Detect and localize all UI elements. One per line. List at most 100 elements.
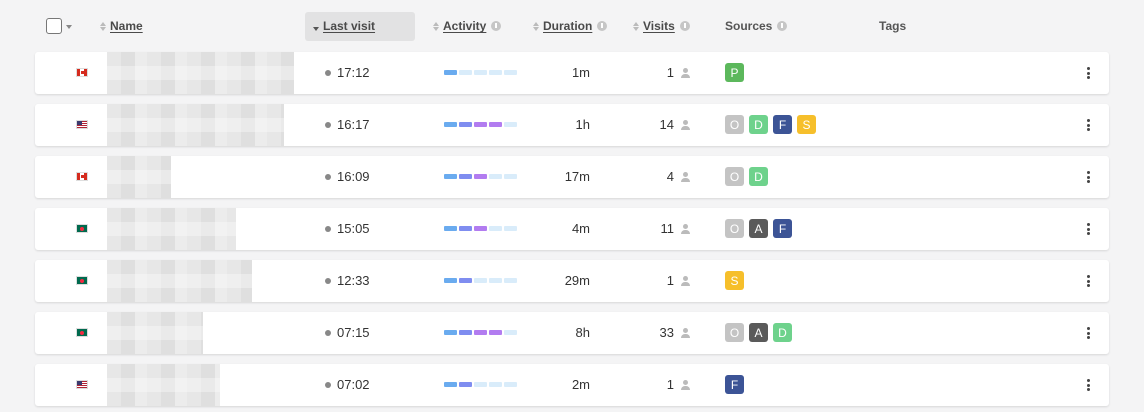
row-menu-icon[interactable]: [1085, 379, 1091, 391]
last-visit-time: 16:09: [337, 169, 370, 184]
activity-segment: [489, 330, 502, 335]
activity-segment: [474, 70, 487, 75]
activity-bar: [444, 278, 517, 283]
status-dot-icon: [325, 70, 331, 76]
activity-segment: [504, 278, 517, 283]
table-row[interactable]: 16:09 17m 4 O D: [35, 156, 1109, 198]
row-menu-icon[interactable]: [1085, 67, 1091, 79]
source-badge[interactable]: O: [725, 167, 744, 186]
country-flag-icon: [76, 276, 88, 285]
last-visit-time: 12:33: [337, 273, 370, 288]
column-header-last-visit[interactable]: Last visit: [313, 0, 375, 52]
table-row[interactable]: 16:17 1h 14 O D F S: [35, 104, 1109, 146]
select-all-checkbox[interactable]: [46, 18, 62, 34]
sources-list: ODFS: [725, 115, 816, 134]
activity-segment: [444, 330, 457, 335]
last-visit-time: 16:17: [337, 117, 370, 132]
activity-segment: [459, 278, 472, 283]
activity-segment: [444, 226, 457, 231]
source-badge[interactable]: F: [773, 219, 792, 238]
source-badge[interactable]: F: [725, 375, 744, 394]
activity-segment: [489, 122, 502, 127]
row-menu-icon[interactable]: [1085, 327, 1091, 339]
activity-bar: [444, 226, 517, 231]
activity-segment: [459, 70, 472, 75]
table-row[interactable]: 17:12 1m 1 P: [35, 52, 1109, 94]
sources-list: OAF: [725, 219, 792, 238]
sort-icon: [633, 21, 639, 31]
select-dropdown-caret-icon[interactable]: [66, 25, 72, 29]
activity-segment: [504, 70, 517, 75]
sort-icon: [100, 21, 106, 31]
table-row[interactable]: 07:15 8h 33 O A D: [35, 312, 1109, 354]
status-dot-icon: [325, 122, 331, 128]
user-icon: [681, 224, 690, 234]
visitor-name-redacted[interactable]: [107, 156, 171, 198]
status-dot-icon: [325, 330, 331, 336]
status-dot-icon: [325, 226, 331, 232]
table-header: Name Last visit Activity Duration Visits…: [0, 0, 1144, 52]
source-badge[interactable]: O: [725, 323, 744, 342]
row-menu-icon[interactable]: [1085, 275, 1091, 287]
duration-value: 8h: [575, 325, 590, 340]
last-visit-time: 17:12: [337, 65, 370, 80]
source-badge[interactable]: F: [773, 115, 792, 134]
last-visit-time: 07:02: [337, 377, 370, 392]
info-icon[interactable]: [491, 21, 502, 31]
source-badge[interactable]: S: [725, 271, 744, 290]
source-badge[interactable]: O: [725, 219, 744, 238]
activity-segment: [504, 122, 517, 127]
info-icon[interactable]: [679, 21, 690, 31]
info-icon[interactable]: [777, 21, 788, 31]
sources-list: F: [725, 375, 744, 394]
activity-segment: [474, 174, 487, 179]
duration-value: 17m: [564, 169, 590, 184]
activity-bar: [444, 122, 517, 127]
visitor-name-redacted[interactable]: [107, 260, 252, 302]
column-header-activity-label: Activity: [443, 19, 487, 33]
activity-segment: [444, 278, 457, 283]
source-badge[interactable]: D: [749, 115, 768, 134]
country-flag-icon: [76, 120, 88, 129]
column-header-sources-label: Sources: [725, 19, 773, 33]
column-header-visits[interactable]: Visits: [633, 0, 690, 52]
table-row[interactable]: 07:02 2m 1 F: [35, 364, 1109, 406]
activity-segment: [474, 382, 487, 387]
user-icon: [681, 276, 690, 286]
activity-segment: [444, 122, 457, 127]
row-menu-icon[interactable]: [1085, 223, 1091, 235]
column-header-name[interactable]: Name: [100, 0, 143, 52]
table-row[interactable]: 15:05 4m 11 O A F: [35, 208, 1109, 250]
visits-count: 33: [659, 325, 674, 340]
activity-segment: [459, 122, 472, 127]
visitor-name-redacted[interactable]: [107, 52, 294, 94]
user-icon: [681, 120, 690, 130]
source-badge[interactable]: A: [749, 323, 768, 342]
activity-segment: [444, 382, 457, 387]
activity-segment: [489, 70, 502, 75]
column-header-activity[interactable]: Activity: [433, 0, 502, 52]
duration-value: 1h: [575, 117, 590, 132]
source-badge[interactable]: D: [773, 323, 792, 342]
source-badge[interactable]: P: [725, 63, 744, 82]
activity-bar: [444, 330, 517, 335]
visitor-name-redacted[interactable]: [107, 312, 203, 354]
row-menu-icon[interactable]: [1085, 171, 1091, 183]
visitor-name-redacted[interactable]: [107, 364, 220, 406]
activity-segment: [489, 226, 502, 231]
source-badge[interactable]: D: [749, 167, 768, 186]
visitor-name-redacted[interactable]: [107, 208, 236, 250]
source-badge[interactable]: S: [797, 115, 816, 134]
sort-icon: [533, 21, 539, 31]
row-menu-icon[interactable]: [1085, 119, 1091, 131]
sort-icon: [433, 21, 439, 31]
column-header-duration-label: Duration: [543, 19, 593, 33]
user-icon: [681, 172, 690, 182]
source-badge[interactable]: O: [725, 115, 744, 134]
column-header-duration[interactable]: Duration: [533, 0, 608, 52]
info-icon[interactable]: [597, 21, 608, 31]
source-badge[interactable]: A: [749, 219, 768, 238]
table-row[interactable]: 12:33 29m 1 S: [35, 260, 1109, 302]
visitor-name-redacted[interactable]: [107, 104, 284, 146]
visits-count: 1: [666, 65, 674, 80]
